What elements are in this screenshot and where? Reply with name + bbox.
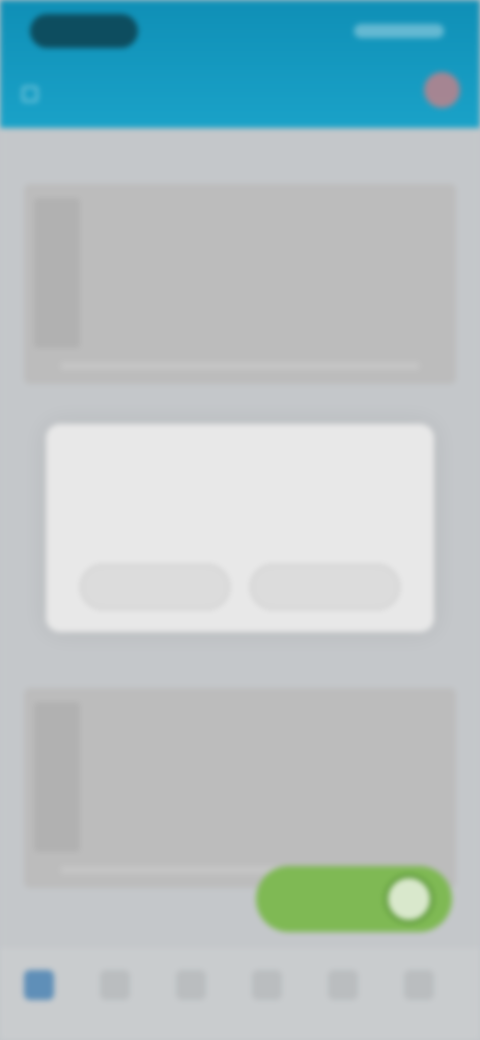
dialog-left-button[interactable] (80, 564, 230, 610)
list-icon[interactable] (100, 970, 130, 1000)
home-icon[interactable] (24, 970, 54, 1000)
avatar[interactable] (424, 72, 460, 108)
dialog (46, 424, 434, 632)
dialog-right-button[interactable] (250, 564, 400, 610)
bottom-navigation (0, 948, 480, 1040)
app-header (0, 0, 480, 128)
card-line (60, 362, 420, 370)
header-title (180, 80, 300, 102)
app-screen (0, 0, 480, 1040)
primary-action-button[interactable] (256, 866, 452, 932)
back-icon[interactable] (22, 86, 38, 102)
settings-icon[interactable] (328, 970, 358, 1000)
toggle-icon (384, 874, 434, 924)
content-card[interactable] (24, 184, 456, 384)
calendar-icon[interactable] (176, 970, 206, 1000)
card-media (34, 198, 80, 348)
chart-icon[interactable] (252, 970, 282, 1000)
card-media (34, 702, 80, 852)
status-indicators (354, 24, 444, 38)
status-pill (30, 14, 138, 48)
more-icon[interactable] (404, 970, 434, 1000)
content-card[interactable] (24, 688, 456, 888)
